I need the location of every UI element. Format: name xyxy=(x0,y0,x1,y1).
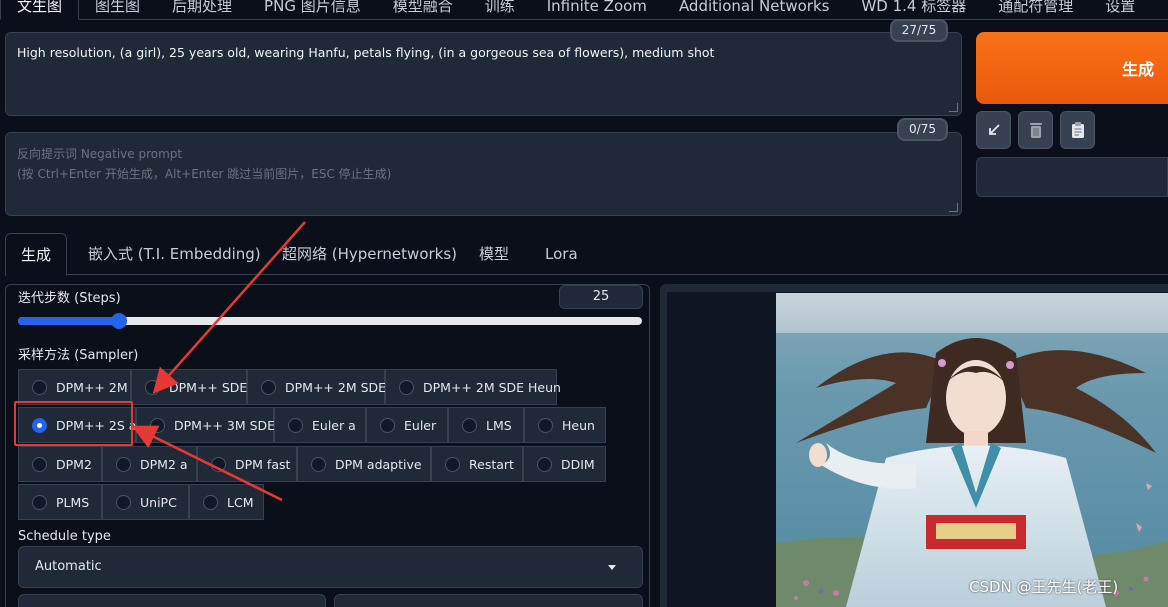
generate-label: 生成 xyxy=(1121,60,1154,79)
radio-icon xyxy=(288,417,303,433)
annotation-highlight-box xyxy=(14,401,133,446)
radio-icon xyxy=(116,456,131,472)
radio-icon xyxy=(462,417,477,433)
sampler-option[interactable]: DPM2 a xyxy=(102,446,197,482)
sampler-option[interactable]: DDIM xyxy=(523,446,606,482)
sampler-option[interactable]: LCM xyxy=(189,484,264,520)
radio-icon xyxy=(145,379,160,395)
generated-image[interactable] xyxy=(776,293,1168,607)
radio-icon xyxy=(32,379,47,395)
schedule-type-label: Schedule type xyxy=(18,529,111,544)
tab-train[interactable]: 训练 xyxy=(469,0,531,19)
chevron-down-icon xyxy=(608,565,616,570)
sampler-option[interactable]: DPM++ SDE xyxy=(131,369,247,405)
sampler-option[interactable]: Euler a xyxy=(274,407,366,443)
radio-icon xyxy=(537,456,552,472)
sampler-option[interactable]: DPM2 xyxy=(18,446,102,482)
radio-icon xyxy=(203,494,218,510)
radio-icon xyxy=(150,417,165,433)
subtab-lora[interactable]: Lora xyxy=(545,233,578,275)
tab-png-info[interactable]: PNG 图片信息 xyxy=(248,0,377,19)
tab-txt2img[interactable]: 文生图 xyxy=(0,0,80,20)
sampler-option[interactable]: PLMS xyxy=(18,484,102,520)
sub-tab-bar: 生成 嵌入式 (T.I. Embedding) 超网络 (Hypernetwor… xyxy=(5,233,1168,276)
sampler-option[interactable]: UniPC xyxy=(102,484,189,520)
tab-settings[interactable]: 设置 xyxy=(1089,0,1151,19)
radio-icon xyxy=(311,456,326,472)
resize-grip[interactable] xyxy=(949,203,958,212)
negative-prompt-placeholder: 反向提示词 Negative prompt xyxy=(17,147,183,161)
sampler-option[interactable]: DPM++ 3M SDE xyxy=(136,407,275,443)
negative-prompt-hint: (按 Ctrl+Enter 开始生成，Alt+Enter 跳过当前图片，ESC … xyxy=(17,167,392,181)
paste-style-button[interactable] xyxy=(1060,111,1095,149)
radio-icon xyxy=(32,456,47,472)
radio-icon xyxy=(445,456,460,472)
steps-label: 迭代步数 (Steps) xyxy=(18,291,121,306)
radio-icon xyxy=(399,379,414,395)
radio-icon xyxy=(211,456,226,472)
sampler-option[interactable]: DPM++ 2M xyxy=(18,369,131,405)
clipboard-icon xyxy=(1071,122,1084,138)
radio-icon xyxy=(32,494,47,510)
watermark: CSDN @王先生(老王) xyxy=(969,578,1119,596)
steps-number-input[interactable]: 25 xyxy=(559,285,643,309)
steps-slider[interactable] xyxy=(18,313,642,329)
height-input[interactable] xyxy=(334,594,643,607)
sampler-option[interactable]: Restart xyxy=(431,446,523,482)
prompt-text: High resolution, (a girl), 25 years old,… xyxy=(17,45,715,60)
steps-slider-thumb[interactable] xyxy=(110,313,127,329)
resize-grip[interactable] xyxy=(949,103,958,112)
width-input[interactable] xyxy=(18,594,326,607)
tab-wd-tagger[interactable]: WD 1.4 标签器 xyxy=(845,0,982,19)
subtab-embedding[interactable]: 嵌入式 (T.I. Embedding) xyxy=(88,233,261,275)
tab-img2img[interactable]: 图生图 xyxy=(79,0,156,19)
schedule-type-dropdown[interactable]: Automatic xyxy=(18,546,643,588)
prompt-input[interactable]: High resolution, (a girl), 25 years old,… xyxy=(5,32,962,116)
subtab-models[interactable]: 模型 xyxy=(479,233,509,275)
radio-icon xyxy=(380,417,395,433)
sampler-option[interactable]: LMS xyxy=(448,407,524,443)
radio-icon xyxy=(116,494,131,510)
styles-dropdown[interactable] xyxy=(976,157,1168,197)
radio-icon xyxy=(538,417,553,433)
prompt-token-counter: 27/75 xyxy=(890,19,948,42)
sampler-option[interactable]: DPM++ 2M SDE xyxy=(247,369,386,405)
radio-icon xyxy=(261,379,276,395)
clear-prompt-button[interactable] xyxy=(1018,111,1053,149)
read-params-button[interactable] xyxy=(976,111,1011,149)
negative-prompt-input[interactable]: 反向提示词 Negative prompt (按 Ctrl+Enter 开始生成… xyxy=(5,132,962,216)
tab-wildcards[interactable]: 通配符管理 xyxy=(982,0,1089,19)
tab-checkpoint-merger[interactable]: 模型融合 xyxy=(377,0,469,19)
generate-button[interactable]: 生成 xyxy=(976,32,1168,104)
arrow-diagonal-icon xyxy=(988,124,1000,135)
sampler-option[interactable]: Heun xyxy=(524,407,606,443)
schedule-type-value: Automatic xyxy=(35,559,102,574)
tab-additional-networks[interactable]: Additional Networks xyxy=(663,0,846,19)
sampler-option[interactable]: DPM fast xyxy=(197,446,297,482)
tab-extras[interactable]: 后期处理 xyxy=(156,0,248,19)
tab-infinite-zoom[interactable]: Infinite Zoom xyxy=(531,0,663,19)
generated-image-illustration xyxy=(776,293,1168,607)
sampler-option[interactable]: Euler xyxy=(366,407,448,443)
trash-icon xyxy=(1029,123,1042,138)
subtab-hypernetworks[interactable]: 超网络 (Hypernetworks) xyxy=(282,233,457,275)
sampler-label: 采样方法 (Sampler) xyxy=(18,348,139,363)
negative-token-counter: 0/75 xyxy=(897,118,948,141)
steps-slider-fill xyxy=(18,317,119,325)
sampler-option[interactable]: DPM++ 2M SDE Heun xyxy=(385,369,561,405)
sampler-option[interactable]: DPM adaptive xyxy=(297,446,431,482)
subtab-generation[interactable]: 生成 xyxy=(5,233,68,276)
top-tab-bar: 文生图 图生图 后期处理 PNG 图片信息 模型融合 训练 Infinite Z… xyxy=(0,0,1168,20)
